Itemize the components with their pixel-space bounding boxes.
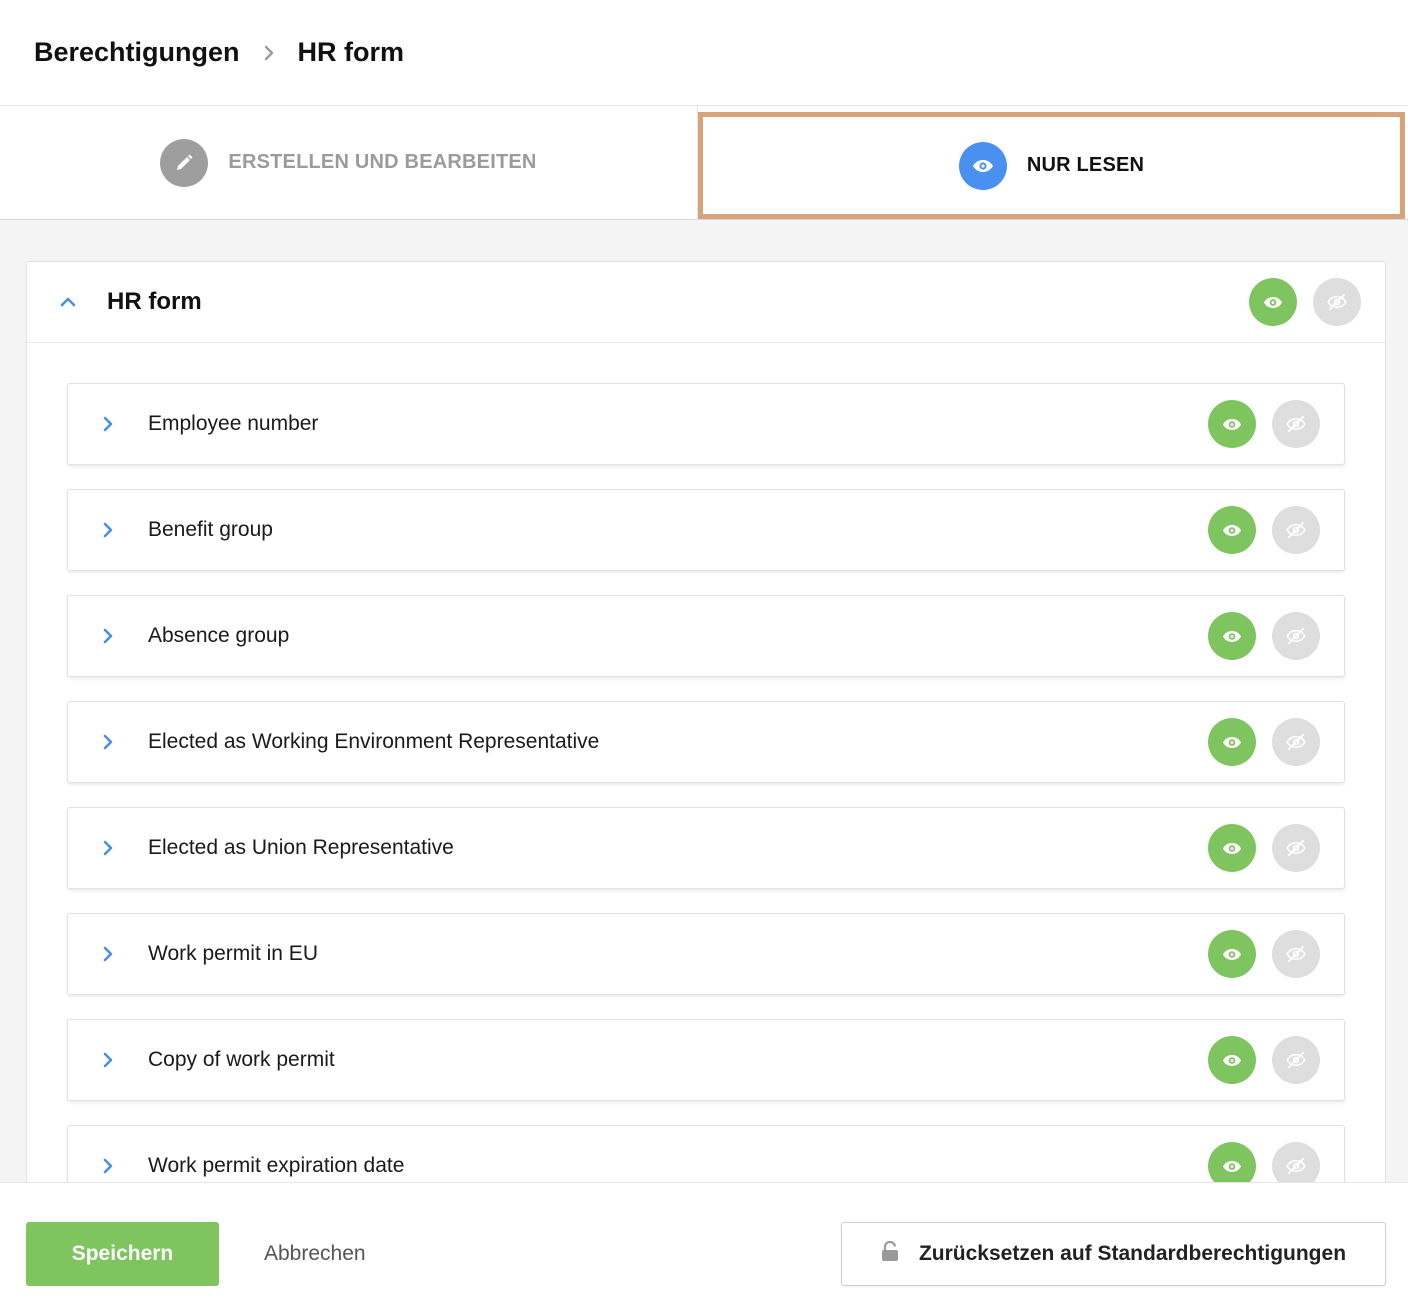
section-header[interactable]: HR form (27, 262, 1385, 343)
permission-tabs: ERSTELLEN UND BEARBEITEN NUR LESEN (0, 106, 1408, 220)
field-label: Elected as Union Representative (148, 836, 454, 859)
list-item[interactable]: Work permit expiration date (67, 1125, 1345, 1182)
show-button[interactable] (1208, 612, 1256, 660)
show-button[interactable] (1249, 278, 1297, 326)
chevron-right-icon[interactable] (102, 416, 114, 432)
eye-icon (1222, 736, 1242, 748)
hide-button[interactable] (1272, 506, 1320, 554)
breadcrumb-current: HR form (297, 37, 405, 67)
chevron-right-icon[interactable] (102, 522, 114, 538)
show-button[interactable] (1208, 930, 1256, 978)
tab-read-only-label: NUR LESEN (1026, 154, 1145, 176)
reset-permissions-button[interactable]: Zurücksetzen auf Standardberechtigungen (841, 1222, 1386, 1286)
field-visibility-toggle (1208, 612, 1320, 660)
section-title: HR form (107, 288, 202, 315)
hide-button[interactable] (1272, 824, 1320, 872)
field-visibility-toggle (1208, 1142, 1320, 1182)
field-label: Benefit group (148, 518, 273, 541)
cancel-button[interactable]: Abbrechen (264, 1222, 366, 1286)
tab-create-edit-label: ERSTELLEN UND BEARBEITEN (228, 151, 537, 173)
eye-icon (1222, 1160, 1242, 1172)
chevron-right-icon[interactable] (102, 840, 114, 856)
field-label: Elected as Working Environment Represent… (148, 730, 600, 753)
chevron-right-icon[interactable] (102, 1158, 114, 1174)
field-visibility-toggle (1208, 930, 1320, 978)
eye-icon (1222, 524, 1242, 536)
chevron-right-icon[interactable] (102, 946, 114, 962)
field-list: Employee number Benefit group Absence gr… (27, 343, 1385, 1182)
section-card: HR form Employee number Benefit group Ab… (26, 261, 1386, 1182)
save-button[interactable]: Speichern (26, 1222, 219, 1286)
field-visibility-toggle (1208, 1036, 1320, 1084)
section-visibility-toggle (1249, 278, 1361, 326)
eye-icon (1222, 1054, 1242, 1066)
hide-button[interactable] (1313, 278, 1361, 326)
hide-button[interactable] (1272, 1036, 1320, 1084)
hide-button[interactable] (1272, 612, 1320, 660)
breadcrumb: Berechtigungen HR form (34, 37, 404, 68)
eye-off-icon (1286, 946, 1306, 962)
eye-off-icon (1286, 628, 1306, 644)
tab-create-edit[interactable]: ERSTELLEN UND BEARBEITEN (0, 106, 698, 219)
field-visibility-toggle (1208, 400, 1320, 448)
field-visibility-toggle (1208, 506, 1320, 554)
eye-off-icon (1286, 1158, 1306, 1174)
tab-read-only[interactable]: NUR LESEN (698, 112, 1405, 219)
unlock-icon (881, 1240, 899, 1267)
field-label: Absence group (148, 624, 290, 647)
field-label: Work permit expiration date (148, 1154, 405, 1177)
list-item[interactable]: Work permit in EU (67, 913, 1345, 995)
chevron-up-icon[interactable] (57, 297, 79, 307)
list-item[interactable]: Elected as Union Representative (67, 807, 1345, 889)
hide-button[interactable] (1272, 718, 1320, 766)
list-item[interactable]: Employee number (67, 383, 1345, 465)
field-label: Copy of work permit (148, 1048, 335, 1071)
pencil-icon (160, 138, 209, 187)
eye-icon (1222, 418, 1242, 430)
show-button[interactable] (1208, 1036, 1256, 1084)
eye-icon (1222, 842, 1242, 854)
show-button[interactable] (1208, 718, 1256, 766)
eye-off-icon (1286, 522, 1306, 538)
permissions-content[interactable]: HR form Employee number Benefit group Ab… (0, 220, 1408, 1182)
hide-button[interactable] (1272, 1142, 1320, 1182)
chevron-right-icon[interactable] (102, 628, 114, 644)
eye-icon (1263, 296, 1283, 308)
eye-icon (1222, 948, 1242, 960)
eye-off-icon (1286, 734, 1306, 750)
eye-icon (958, 141, 1007, 190)
page-header: Berechtigungen HR form (0, 0, 1408, 106)
breadcrumb-parent[interactable]: Berechtigungen (34, 37, 240, 68)
eye-icon (1222, 630, 1242, 642)
field-label: Employee number (148, 412, 319, 435)
field-label: Work permit in EU (148, 942, 318, 965)
list-item[interactable]: Copy of work permit (67, 1019, 1345, 1101)
eye-off-icon (1327, 294, 1347, 310)
hide-button[interactable] (1272, 400, 1320, 448)
reset-permissions-label: Zurücksetzen auf Standardberechtigungen (918, 1242, 1347, 1265)
eye-off-icon (1286, 840, 1306, 856)
show-button[interactable] (1208, 824, 1256, 872)
list-item[interactable]: Absence group (67, 595, 1345, 677)
list-item[interactable]: Benefit group (67, 489, 1345, 571)
field-visibility-toggle (1208, 824, 1320, 872)
show-button[interactable] (1208, 400, 1256, 448)
show-button[interactable] (1208, 506, 1256, 554)
chevron-right-icon[interactable] (102, 1052, 114, 1068)
eye-off-icon (1286, 1052, 1306, 1068)
field-visibility-toggle (1208, 718, 1320, 766)
hide-button[interactable] (1272, 930, 1320, 978)
eye-off-icon (1286, 416, 1306, 432)
show-button[interactable] (1208, 1142, 1256, 1182)
chevron-right-icon[interactable] (102, 734, 114, 750)
chevron-right-icon (264, 45, 274, 61)
action-footer: Speichern Abbrechen Zurücksetzen auf Sta… (0, 1182, 1408, 1316)
list-item[interactable]: Elected as Working Environment Represent… (67, 701, 1345, 783)
